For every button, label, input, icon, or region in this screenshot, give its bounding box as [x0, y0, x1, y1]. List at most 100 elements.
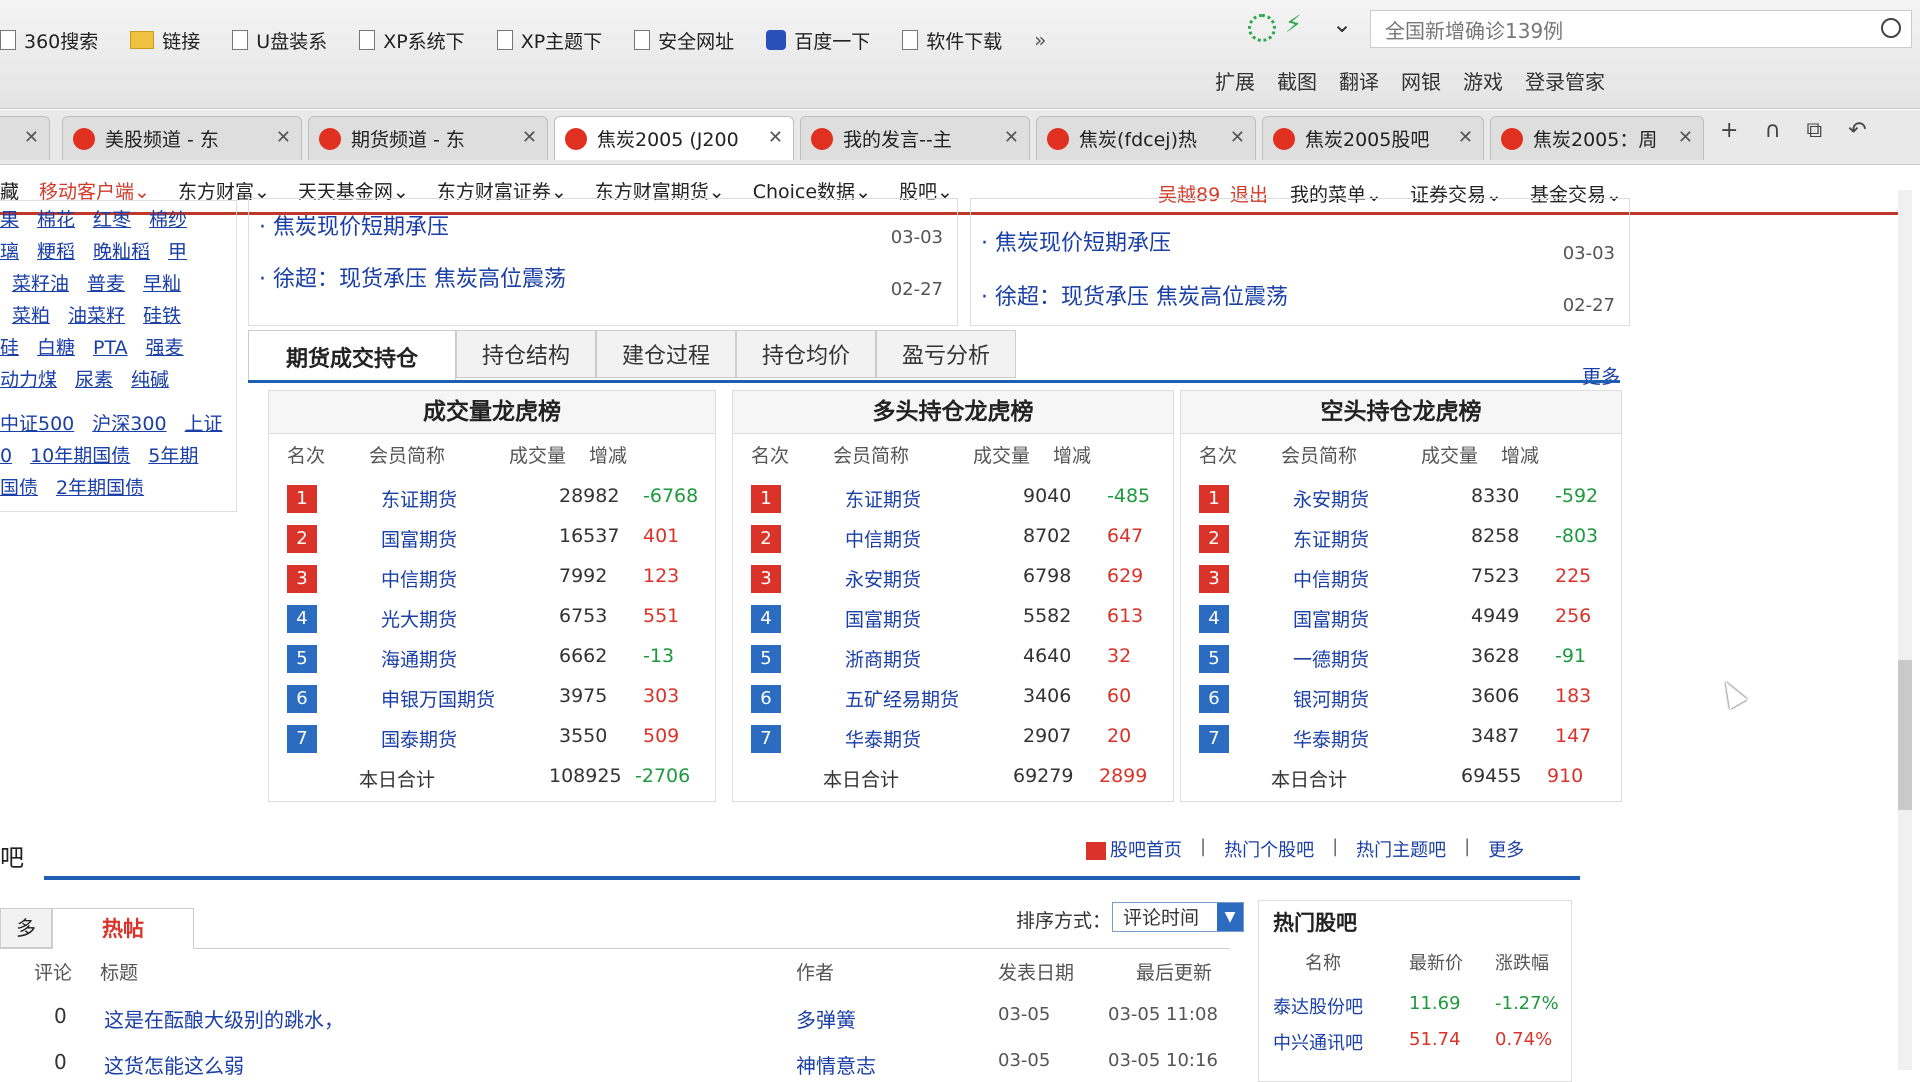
sidebar-link[interactable]: 中证500 — [0, 413, 74, 435]
bookmark-overflow-button[interactable]: » — [1034, 28, 1046, 52]
sidebar-link[interactable]: 上证 — [185, 413, 223, 435]
news-item[interactable]: · 焦炭现价短期承压 — [259, 209, 449, 241]
tab-partial[interactable]: ✕ — [0, 116, 50, 160]
sidebar-link[interactable]: 棉花 — [37, 209, 75, 231]
sidebar-link[interactable]: 晚籼稻 — [93, 241, 150, 263]
member-name[interactable]: 中信期货 — [381, 565, 457, 592]
close-icon[interactable]: ✕ — [522, 127, 537, 148]
ranking-row[interactable]: 5 一德期货 3628 -91 — [1181, 645, 1621, 683]
login-manager-button[interactable]: 登录管家 — [1525, 66, 1605, 95]
guba-home-link[interactable]: 股吧首页 — [1086, 836, 1182, 862]
sidebar-link[interactable]: 纯碱 — [131, 369, 169, 391]
tab-build-process[interactable]: 建仓过程 — [596, 330, 736, 378]
post-author[interactable]: 多弹簧 — [796, 1004, 856, 1033]
lightning-icon[interactable]: ⚡ — [1285, 10, 1302, 38]
hot-topic-bar-link[interactable]: 热门主题吧 — [1356, 836, 1446, 862]
close-icon[interactable]: ✕ — [276, 127, 291, 148]
ranking-row[interactable]: 2 东证期货 8258 -803 — [1181, 525, 1621, 563]
tab-coke-bar[interactable]: 焦炭2005股吧 ✕ — [1262, 116, 1484, 160]
sidebar-link[interactable]: 油菜籽 — [68, 305, 125, 327]
bookmark-xp-theme[interactable]: XP主题下 — [496, 27, 602, 54]
member-name[interactable]: 东证期货 — [381, 485, 457, 512]
tab-coke-hot[interactable]: 焦炭(fdcej)热 ✕ — [1036, 116, 1256, 160]
ranking-row[interactable]: 6 银河期货 3606 183 — [1181, 685, 1621, 723]
member-name[interactable]: 一德期货 — [1293, 645, 1369, 672]
hot-bar-row[interactable]: 中兴通讯吧 51.74 0.74% — [1259, 1029, 1571, 1061]
hot-stock-bar-link[interactable]: 热门个股吧 — [1224, 836, 1314, 862]
tab-futures[interactable]: 期货频道 - 东 ✕ — [308, 116, 548, 160]
ranking-row[interactable]: 7 国泰期货 3550 509 — [269, 725, 715, 763]
ranking-row[interactable]: 2 中信期货 8702 647 — [733, 525, 1173, 563]
tab-futures-volume-position[interactable]: 期货成交持仓 — [248, 330, 456, 382]
close-icon[interactable]: ✕ — [1458, 127, 1473, 148]
sidebar-link[interactable]: 菜粕 — [12, 305, 50, 327]
sidebar-link[interactable]: 棉纱 — [149, 209, 187, 231]
tab-us-stocks[interactable]: 美股频道 - 东 ✕ — [62, 116, 302, 160]
member-name[interactable]: 华泰期货 — [1293, 725, 1369, 752]
member-name[interactable]: 海通期货 — [381, 645, 457, 672]
sidebar-link[interactable]: 5年期 — [148, 445, 198, 467]
post-title[interactable]: 这货怎能这么弱 — [104, 1050, 244, 1079]
member-name[interactable]: 国富期货 — [1293, 605, 1369, 632]
extensions-button[interactable]: 扩展 — [1215, 66, 1255, 95]
ranking-row[interactable]: 6 申银万国期货 3975 303 — [269, 685, 715, 723]
member-name[interactable]: 银河期货 — [1293, 685, 1369, 712]
ranking-row[interactable]: 4 国富期货 4949 256 — [1181, 605, 1621, 643]
ranking-row[interactable]: 2 国富期货 16537 401 — [269, 525, 715, 563]
sidebar-link[interactable]: 硅 — [0, 337, 19, 359]
sidebar-link[interactable]: 璃 — [0, 241, 19, 263]
sidebar-link[interactable]: 普麦 — [87, 273, 125, 295]
hot-bar-row[interactable]: 泰达股份吧 11.69 -1.27% — [1259, 993, 1571, 1025]
member-name[interactable]: 东证期货 — [1293, 525, 1369, 552]
sidebar-link[interactable]: 0 — [0, 445, 12, 467]
close-icon[interactable]: ✕ — [768, 127, 783, 148]
tab-hot-posts[interactable]: 热帖 — [52, 908, 194, 949]
ranking-row[interactable]: 3 中信期货 7523 225 — [1181, 565, 1621, 603]
post-author[interactable]: 神情意志 — [796, 1050, 876, 1079]
member-name[interactable]: 中信期货 — [1293, 565, 1369, 592]
ranking-row[interactable]: 3 中信期货 7992 123 — [269, 565, 715, 603]
member-name[interactable]: 浙商期货 — [845, 645, 921, 672]
close-icon[interactable]: ✕ — [1230, 127, 1245, 148]
ranking-row[interactable]: 4 国富期货 5582 613 — [733, 605, 1173, 643]
search-box[interactable]: 全国新增确诊139例 — [1370, 10, 1912, 48]
sidebar-link[interactable]: 果 — [0, 209, 19, 231]
news-item[interactable]: · 徐超：现货承压 焦炭高位震荡 — [981, 279, 1288, 311]
member-name[interactable]: 光大期货 — [381, 605, 457, 632]
sidebar-link[interactable]: 沪深300 — [92, 413, 166, 435]
translate-button[interactable]: 翻译 — [1339, 66, 1379, 95]
member-name[interactable]: 永安期货 — [845, 565, 921, 592]
member-name[interactable]: 中信期货 — [845, 525, 921, 552]
bookmark-software[interactable]: 软件下载 — [902, 27, 1002, 54]
member-name[interactable]: 国泰期货 — [381, 725, 457, 752]
sidebar-link[interactable]: PTA — [93, 337, 128, 359]
ranking-row[interactable]: 1 东证期货 9040 -485 — [733, 485, 1173, 523]
member-name[interactable]: 申银万国期货 — [381, 685, 495, 712]
sidebar-link[interactable]: 菜籽油 — [12, 273, 69, 295]
sidebar-link[interactable]: 10年期国债 — [30, 445, 130, 467]
chevron-down-icon[interactable]: ⌄ — [1332, 10, 1352, 38]
sidebar-link[interactable]: 红枣 — [93, 209, 131, 231]
close-icon[interactable]: ✕ — [1678, 127, 1693, 148]
ranking-row[interactable]: 4 光大期货 6753 551 — [269, 605, 715, 643]
sidebar-link[interactable]: 国债 — [0, 477, 38, 499]
post-title[interactable]: 这是在酝酿大级别的跳水， — [104, 1004, 344, 1033]
ranking-row[interactable]: 5 海通期货 6662 -13 — [269, 645, 715, 683]
page-scrollbar[interactable] — [1898, 190, 1912, 1070]
bookmark-360[interactable]: 360搜索 — [0, 27, 98, 54]
more-link[interactable]: 更多 — [1582, 362, 1620, 389]
bookmark-xp-system[interactable]: XP系统下 — [359, 27, 465, 54]
member-name[interactable]: 国富期货 — [381, 525, 457, 552]
bookmark-baidu[interactable]: 百度一下 — [766, 27, 870, 54]
ranking-row[interactable]: 3 永安期货 6798 629 — [733, 565, 1173, 603]
bookmark-safe-sites[interactable]: 安全网址 — [634, 27, 734, 54]
tab-profit-loss[interactable]: 盈亏分析 — [876, 330, 1016, 378]
close-icon[interactable]: ✕ — [24, 127, 39, 148]
ranking-row[interactable]: 7 华泰期货 2907 20 — [733, 725, 1173, 763]
member-name[interactable]: 五矿经易期货 — [845, 685, 959, 712]
sidebar-link[interactable]: 白糖 — [37, 337, 75, 359]
member-name[interactable]: 华泰期货 — [845, 725, 921, 752]
new-tab-button[interactable]: + — [1720, 118, 1738, 143]
sidebar-link[interactable]: 粳稻 — [37, 241, 75, 263]
ranking-row[interactable]: 1 永安期货 8330 -592 — [1181, 485, 1621, 523]
